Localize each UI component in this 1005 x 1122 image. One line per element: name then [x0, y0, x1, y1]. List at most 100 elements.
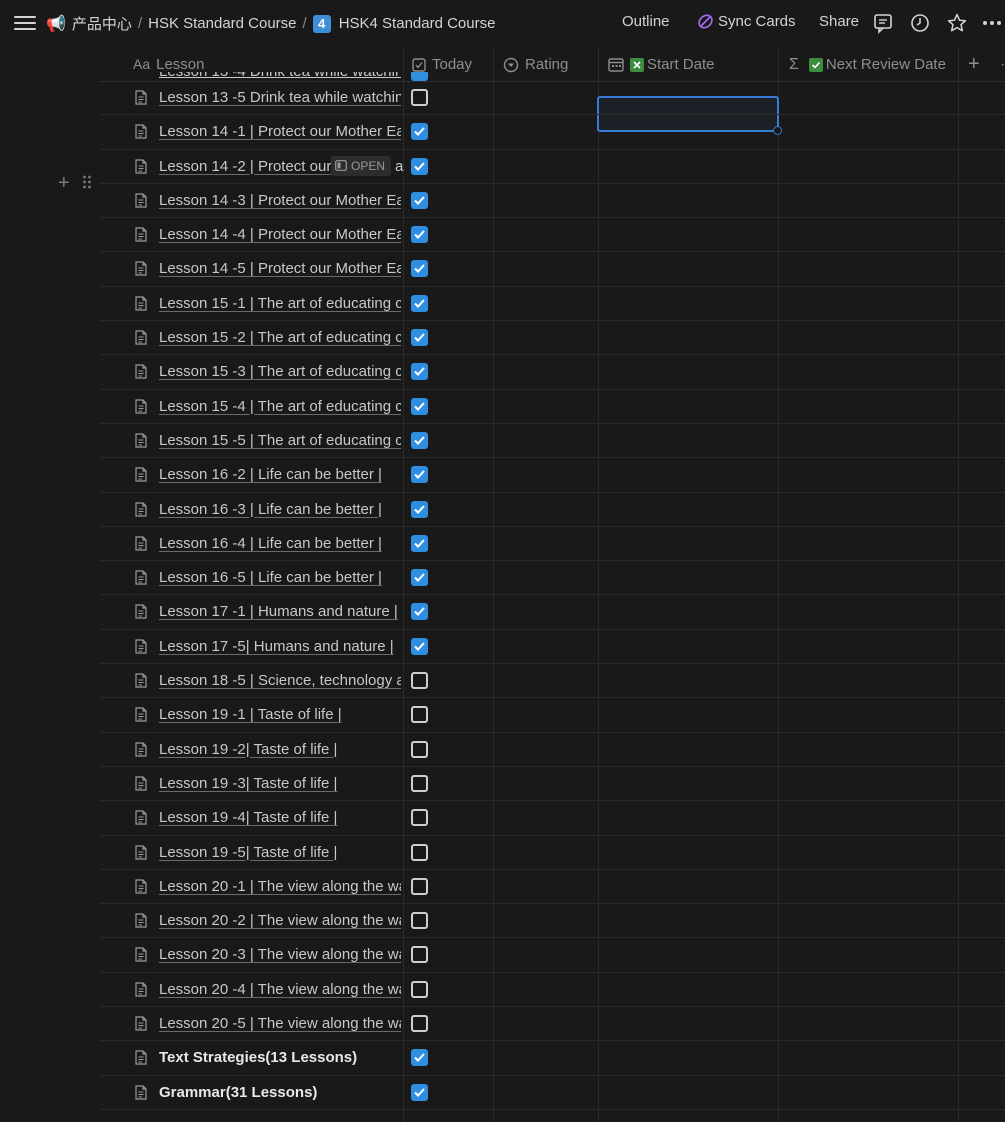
row-title[interactable]: Lesson 14 -4 | Protect our Mother Ea	[159, 226, 401, 243]
share-button[interactable]: Share	[819, 13, 859, 30]
table-row[interactable]: Text Strategies(13 Lessons)	[100, 1041, 1005, 1076]
row-title[interactable]: Lesson 19 -3| Taste of life |	[159, 775, 401, 792]
row-title[interactable]: Lesson 19 -4| Taste of life |	[159, 809, 401, 826]
table-row[interactable]: Lesson 17 -5| Humans and nature |	[100, 630, 1005, 665]
add-row-icon[interactable]: +	[58, 172, 70, 195]
row-title[interactable]: Lesson 16 -4 | Life can be better |	[159, 535, 401, 552]
today-checkbox[interactable]	[411, 774, 428, 792]
column-header-rating[interactable]: Rating	[503, 48, 568, 81]
row-title[interactable]: Lesson 20 -5 | The view along the wa	[159, 1015, 401, 1032]
table-row[interactable]: Lesson 20 -4 | The view along the wa	[100, 973, 1005, 1008]
table-row[interactable]: Grammar(31 Lessons)	[100, 1076, 1005, 1110]
today-checkbox[interactable]	[411, 637, 428, 655]
row-title[interactable]: Lesson 14 -1 | Protect our Mother Ea	[159, 123, 401, 140]
table-row[interactable]: Lesson 15 -2 | The art of educating cl	[100, 321, 1005, 356]
table-row[interactable]: Lesson 14 -4 | Protect our Mother Ea	[100, 218, 1005, 253]
table-row[interactable]: Lesson 20 -3 | The view along the wa	[100, 938, 1005, 973]
today-checkbox[interactable]	[411, 294, 428, 312]
add-property-icon[interactable]: +	[968, 48, 980, 81]
star-icon[interactable]	[946, 12, 968, 34]
table-row[interactable]: Lesson 17 -1 | Humans and nature |	[100, 595, 1005, 630]
drag-handle-icon[interactable]	[82, 174, 92, 190]
table-row[interactable]: Lesson 20 -2 | The view along the wa	[100, 904, 1005, 939]
row-title[interactable]: Lesson 17 -1 | Humans and nature |	[159, 603, 401, 620]
table-row[interactable]: Lesson 16 -5 | Life can be better |	[100, 561, 1005, 596]
history-clock-icon[interactable]	[909, 12, 931, 34]
breadcrumb-parent[interactable]: HSK Standard Course	[148, 15, 296, 32]
row-title[interactable]: Grammar(31 Lessons)	[159, 1084, 401, 1101]
row-title[interactable]: Lesson 16 -5 | Life can be better |	[159, 569, 401, 586]
today-checkbox[interactable]	[411, 843, 428, 861]
column-header-start-date[interactable]: Start Date	[608, 48, 715, 81]
table-row[interactable]: Lesson 19 -4| Taste of life |	[100, 801, 1005, 836]
today-checkbox[interactable]	[411, 89, 428, 106]
table-row[interactable]: Lesson 15 -3 | The art of educating cl	[100, 355, 1005, 390]
row-title[interactable]: Lesson 20 -3 | The view along the wa	[159, 946, 401, 963]
today-checkbox[interactable]	[411, 706, 428, 724]
row-title[interactable]: Lesson 19 -2| Taste of life |	[159, 741, 401, 758]
table-row[interactable]: Lesson 19 -3| Taste of life |	[100, 767, 1005, 802]
row-title[interactable]: Lesson 20 -1 | The view along the wa	[159, 878, 401, 895]
today-checkbox[interactable]	[411, 329, 428, 347]
row-title[interactable]: Lesson 13 -5 Drink tea while watchin	[159, 89, 401, 106]
row-title[interactable]: Lesson 19 -1 | Taste of life |	[159, 706, 401, 723]
breadcrumb-root[interactable]: 产品中心	[72, 13, 132, 34]
today-checkbox[interactable]	[411, 534, 428, 552]
today-checkbox[interactable]	[411, 740, 428, 758]
today-checkbox[interactable]	[411, 1083, 428, 1101]
table-row[interactable]: Lesson 14 -1 | Protect our Mother Ea	[100, 115, 1005, 150]
outline-button[interactable]: Outline	[622, 13, 670, 30]
today-checkbox[interactable]	[411, 466, 428, 484]
table-row[interactable]: Lesson 15 -5 | The art of educating cl	[100, 424, 1005, 459]
comment-icon[interactable]	[872, 12, 894, 34]
table-row[interactable]: Lesson 14 -3 | Protect our Mother Ea	[100, 184, 1005, 219]
row-title[interactable]: Lesson 16 -2 | Life can be better |	[159, 466, 401, 483]
more-options-icon[interactable]	[981, 12, 1003, 34]
table-row[interactable]: Lesson 20 -1 | The view along the wa	[100, 870, 1005, 905]
row-title[interactable]: Lesson 20 -4 | The view along the wa	[159, 981, 401, 998]
row-title[interactable]: Lesson 15 -1 | The art of educating cl	[159, 295, 401, 312]
column-header-today[interactable]: Today	[412, 48, 472, 81]
row-title[interactable]: Lesson 15 -2 | The art of educating cl	[159, 329, 401, 346]
today-checkbox[interactable]	[411, 1015, 428, 1033]
table-row[interactable]: Lesson 13 -5 Drink tea while watchin	[100, 81, 1005, 116]
today-checkbox[interactable]	[411, 191, 428, 209]
column-header-next-review[interactable]: Σ Next Review Date	[789, 48, 946, 81]
column-header-lesson[interactable]: Aa Lesson	[133, 48, 205, 81]
table-row[interactable]: Lesson 16 -3 | Life can be better |	[100, 493, 1005, 527]
today-checkbox[interactable]	[411, 912, 428, 930]
today-checkbox[interactable]	[411, 672, 428, 690]
today-checkbox[interactable]	[411, 877, 428, 895]
today-checkbox[interactable]	[411, 431, 428, 449]
today-checkbox[interactable]	[411, 809, 428, 827]
row-title[interactable]: Lesson 15 -5 | The art of educating cl	[159, 432, 401, 449]
today-checkbox[interactable]	[411, 363, 428, 381]
more-properties-icon[interactable]: ·	[1000, 48, 1005, 81]
row-title[interactable]: Lesson 20 -2 | The view along the wa	[159, 912, 401, 929]
table-row[interactable]: Lesson 14 -2 | Protect our OPEN a	[100, 150, 1005, 184]
row-title[interactable]: Lesson 14 -3 | Protect our Mother Ea	[159, 192, 401, 209]
open-page-button[interactable]: OPEN	[331, 155, 392, 176]
table-row[interactable]: Lesson 19 -5| Taste of life |	[100, 836, 1005, 870]
today-checkbox[interactable]	[411, 260, 428, 278]
row-title[interactable]: Text Strategies(13 Lessons)	[159, 1049, 401, 1066]
menu-icon[interactable]	[14, 12, 36, 34]
row-title[interactable]: Lesson 15 -3 | The art of educating cl	[159, 363, 401, 380]
row-title[interactable]: Lesson 16 -3 | Life can be better |	[159, 501, 401, 518]
sync-cards-button[interactable]: Sync Cards	[697, 13, 796, 30]
row-title[interactable]: Lesson 18 -5 | Science, technology ar	[159, 672, 401, 689]
breadcrumb-current[interactable]: HSK4 Standard Course	[339, 15, 496, 32]
today-checkbox[interactable]	[411, 226, 428, 244]
row-title[interactable]: Lesson 14 -5 | Protect our Mother Ea	[159, 260, 401, 277]
today-checkbox[interactable]	[411, 980, 428, 998]
row-title[interactable]: Lesson 19 -5| Taste of life |	[159, 844, 401, 861]
today-checkbox[interactable]	[411, 397, 428, 415]
table-row[interactable]: Lesson 18 -5 | Science, technology ar	[100, 664, 1005, 699]
today-checkbox[interactable]	[411, 157, 428, 175]
table-row[interactable]: Lesson 19 -2| Taste of life |	[100, 733, 1005, 767]
row-title[interactable]: Lesson 17 -5| Humans and nature |	[159, 638, 401, 655]
today-checkbox[interactable]	[411, 569, 428, 587]
today-checkbox[interactable]	[411, 946, 428, 964]
table-row[interactable]: Lesson 15 -4 | The art of educating cl	[100, 390, 1005, 424]
table-row[interactable]: Lesson 20 -5 | The view along the wa	[100, 1007, 1005, 1042]
